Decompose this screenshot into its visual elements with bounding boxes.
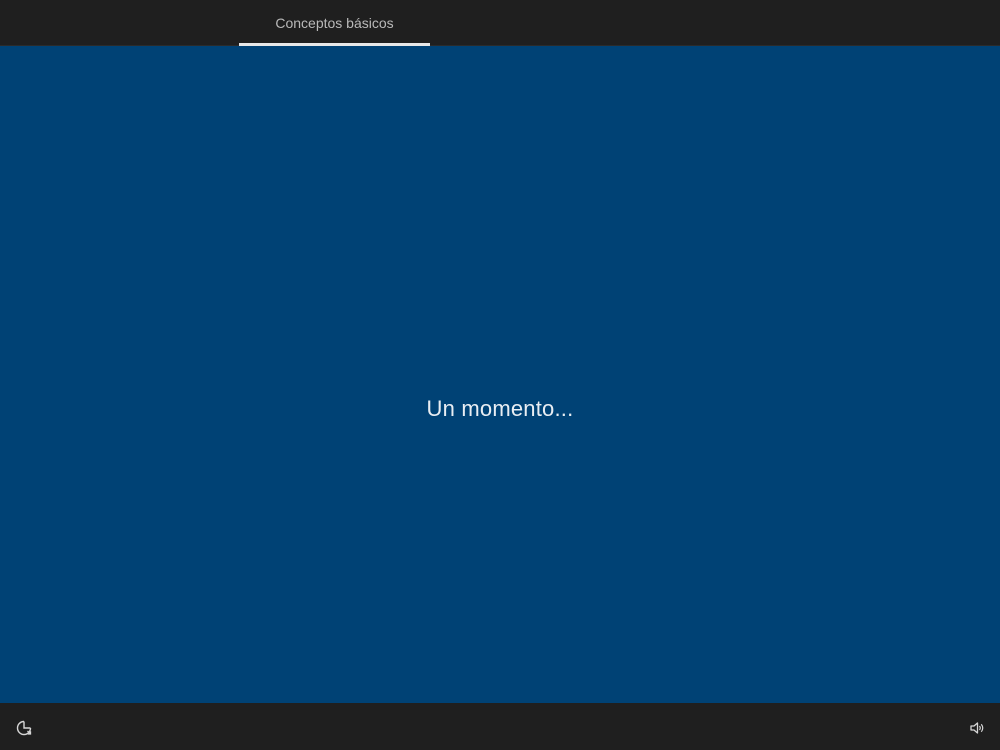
volume-icon xyxy=(968,719,986,737)
top-bar: Conceptos básicos xyxy=(0,0,1000,46)
tab-label: Conceptos básicos xyxy=(275,14,394,31)
status-message: Un momento... xyxy=(426,396,574,421)
setup-screen: Conceptos básicos Un momento... xyxy=(0,0,1000,750)
bottom-bar xyxy=(0,703,1000,750)
accessibility-button[interactable] xyxy=(13,717,35,739)
volume-button[interactable] xyxy=(966,717,988,739)
tab-conceptos-basicos[interactable]: Conceptos básicos xyxy=(239,0,430,45)
main-area: Un momento... xyxy=(0,46,1000,703)
accessibility-icon xyxy=(15,719,33,737)
